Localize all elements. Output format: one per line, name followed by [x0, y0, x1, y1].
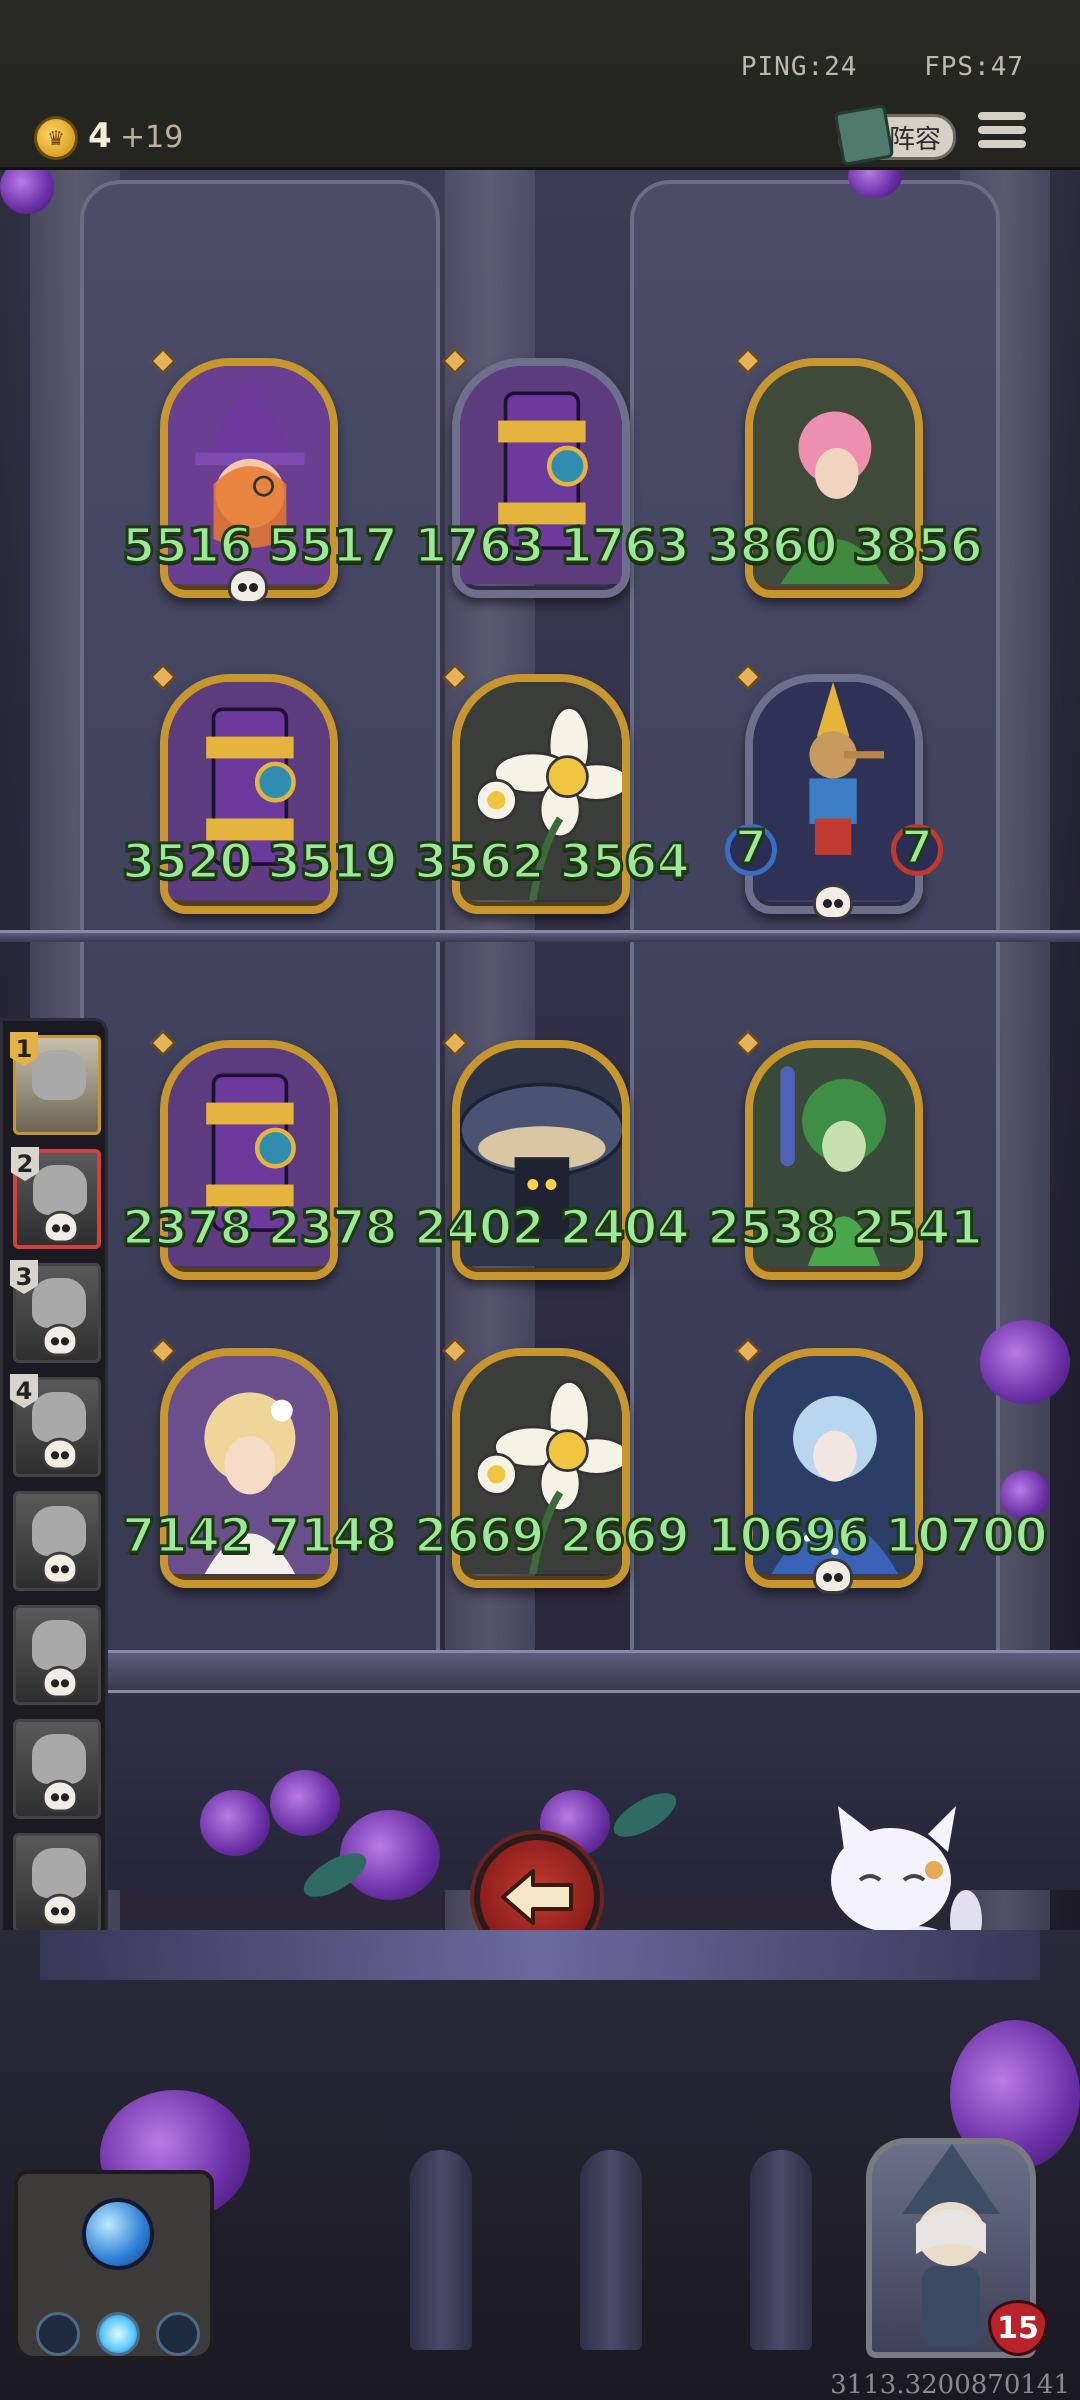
skull-icon	[813, 884, 853, 920]
bench-panel: 1 2 3 4	[0, 1018, 108, 1948]
skull-icon	[42, 1437, 78, 1471]
fps-text: FPS:47	[924, 52, 1024, 82]
crown-coin-icon: ♛	[34, 116, 78, 160]
hero-stats: 10696 10700	[706, 1507, 1050, 1566]
hero-attack: 2538	[706, 1199, 840, 1258]
hero-health: 10700	[883, 1507, 1049, 1566]
hero-stats: 3562 3564	[413, 833, 692, 892]
hero-health: 1763	[558, 517, 692, 576]
skull-icon	[42, 1665, 78, 1699]
bench-slot[interactable]: 4	[10, 1374, 101, 1477]
skull-icon	[42, 1779, 78, 1813]
skull-icon	[42, 1551, 78, 1585]
hero-face-icon	[32, 1620, 86, 1670]
hero-stats: 3520 3519	[121, 833, 400, 892]
lineup-label: 阵容	[888, 124, 941, 155]
hero-stats: 5516 5517	[121, 517, 400, 576]
hero-health: 5517	[266, 517, 400, 576]
menu-icon[interactable]	[978, 112, 1026, 160]
bench-slot[interactable]: 3	[10, 1260, 101, 1363]
player-health-value: 15	[997, 2310, 1039, 2346]
hero-health: 2404	[558, 1199, 692, 1258]
hero-face-icon	[32, 1848, 86, 1898]
hero-attack: 2378	[121, 1199, 255, 1258]
book-icon	[833, 103, 895, 167]
hero-attack: 3860	[706, 517, 840, 576]
pinocchio-portrait-icon	[753, 682, 915, 901]
orb-slot-icon	[96, 2312, 140, 2356]
network-stats: PING:24 FPS:47	[741, 52, 1024, 82]
skull-icon	[42, 1323, 78, 1357]
bench-slot[interactable]	[13, 1833, 101, 1933]
hero-attack: 5516	[121, 517, 255, 576]
top-hud: PING:24 FPS:47 ♛ 4 +19 阵容	[0, 0, 1080, 170]
hero-stats: 2538 2541	[706, 1199, 985, 1258]
ping-text: PING:24	[740, 52, 858, 82]
orb-slot-icon	[36, 2312, 80, 2356]
hero-face-icon	[33, 1165, 87, 1215]
hero-face-icon	[32, 1050, 86, 1100]
hero-stats: 1763 1763	[413, 517, 692, 576]
hero-health: 3856	[851, 517, 985, 576]
hero-health: 2669	[558, 1507, 692, 1566]
hero-face-icon	[32, 1278, 86, 1328]
coin-bonus: +19	[120, 120, 184, 155]
skull-icon	[42, 1893, 78, 1927]
hero-attack: 2669	[413, 1507, 547, 1566]
bench-slot[interactable]: 1	[10, 1032, 101, 1135]
hero-stats: 2378 2378	[121, 1199, 400, 1258]
coin-count: 4	[88, 116, 112, 156]
hero-face-icon	[32, 1506, 86, 1556]
match-seed: 3113.3200870141	[830, 2370, 1070, 2400]
hero-attack: 7	[733, 819, 768, 876]
hero-health: 7	[899, 819, 934, 876]
hero-card-pinocchio[interactable]	[745, 674, 923, 914]
hero-attack: 3562	[413, 833, 547, 892]
hero-stats: 2402 2404	[413, 1199, 692, 1258]
skull-icon	[228, 568, 268, 604]
hero-attack: 7142	[121, 1507, 255, 1566]
skull-icon	[43, 1210, 79, 1244]
hero-stats: 2669 2669	[413, 1507, 692, 1566]
hero-stats: 3860 3856	[706, 517, 985, 576]
hero-health: 2378	[266, 1199, 400, 1258]
hero-health: 7148	[266, 1507, 400, 1566]
shop-orb-button[interactable]	[14, 2170, 214, 2360]
hero-attack: 2402	[413, 1199, 547, 1258]
crystal-orb-icon	[82, 2198, 154, 2270]
hero-face-icon	[32, 1392, 86, 1442]
hero-stats: 7142 7148	[121, 1507, 400, 1566]
hero-attack: 3520	[121, 833, 255, 892]
hero-health: 3564	[558, 833, 692, 892]
hero-health: 3519	[266, 833, 400, 892]
bench-slot[interactable]: 2	[11, 1147, 101, 1249]
hero-attack: 1763	[413, 517, 547, 576]
bench-slot[interactable]	[13, 1605, 101, 1705]
hero-health: 2541	[851, 1199, 985, 1258]
bench-slot[interactable]	[13, 1719, 101, 1819]
bench-slot[interactable]	[13, 1491, 101, 1591]
orb-slot-icon	[156, 2312, 200, 2356]
hero-face-icon	[32, 1734, 86, 1784]
skull-icon	[813, 1558, 853, 1594]
hero-attack: 10696	[706, 1507, 872, 1566]
arrow-left-icon	[501, 1869, 573, 1925]
